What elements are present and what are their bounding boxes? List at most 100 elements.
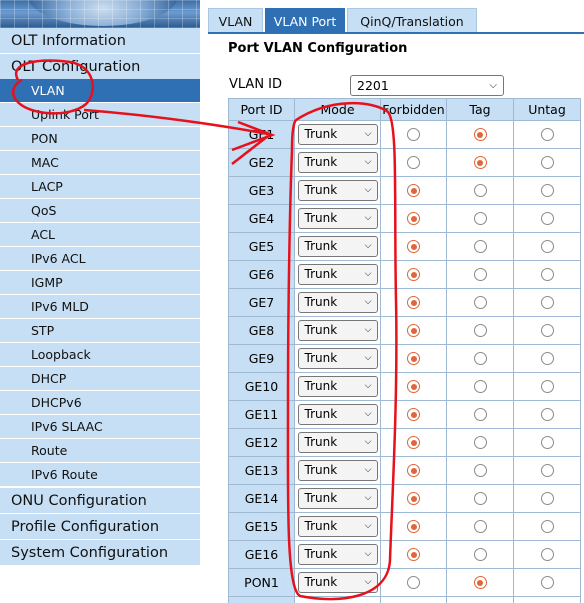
sidebar-item-pon[interactable]: PON bbox=[0, 127, 200, 151]
untag-radio[interactable] bbox=[540, 296, 554, 309]
sidebar-item-ipv6-mld[interactable]: IPv6 MLD bbox=[0, 295, 200, 319]
sidebar-item-igmp[interactable]: IGMP bbox=[0, 271, 200, 295]
tag-radio[interactable] bbox=[473, 352, 487, 365]
tag-cell bbox=[446, 148, 514, 177]
sidebar-item-profile-configuration[interactable]: Profile Configuration bbox=[0, 514, 200, 540]
mode-select[interactable]: Trunk ⌵ bbox=[297, 208, 378, 229]
tag-radio[interactable] bbox=[473, 240, 487, 253]
forbidden-radio[interactable] bbox=[407, 408, 420, 421]
untag-radio[interactable] bbox=[540, 268, 554, 281]
untag-radio[interactable] bbox=[540, 184, 554, 197]
sidebar-item-vlan[interactable]: VLAN bbox=[0, 79, 200, 103]
forbidden-radio[interactable] bbox=[407, 380, 420, 393]
sidebar-item-qos[interactable]: QoS bbox=[0, 199, 200, 223]
untag-radio[interactable] bbox=[540, 212, 554, 225]
untag-radio[interactable] bbox=[540, 492, 554, 505]
tag-radio[interactable] bbox=[473, 212, 487, 225]
sidebar-item-ipv6-slaac[interactable]: IPv6 SLAAC bbox=[0, 415, 200, 439]
untag-radio[interactable] bbox=[540, 324, 554, 337]
forbidden-radio[interactable] bbox=[407, 212, 420, 225]
untag-radio[interactable] bbox=[540, 436, 554, 449]
sidebar-item-mac[interactable]: MAC bbox=[0, 151, 200, 175]
mode-select[interactable]: Trunk ⌵ bbox=[297, 152, 378, 173]
tag-cell bbox=[446, 428, 514, 457]
forbidden-radio[interactable] bbox=[407, 240, 420, 253]
forbidden-radio[interactable] bbox=[407, 324, 420, 337]
untag-radio[interactable] bbox=[540, 128, 554, 141]
mode-select[interactable]: Trunk ⌵ bbox=[297, 488, 378, 509]
untag-radio[interactable] bbox=[540, 408, 554, 421]
sidebar-item-ipv6-acl[interactable]: IPv6 ACL bbox=[0, 247, 200, 271]
sidebar-item-stp[interactable]: STP bbox=[0, 319, 200, 343]
mode-select[interactable]: Trunk ⌵ bbox=[297, 544, 378, 565]
tab-qinq-translation[interactable]: QinQ/Translation bbox=[347, 8, 477, 33]
mode-select[interactable]: Trunk ⌵ bbox=[297, 376, 378, 397]
forbidden-radio[interactable] bbox=[407, 576, 420, 589]
untag-radio[interactable] bbox=[540, 464, 554, 477]
sidebar-item-acl[interactable]: ACL bbox=[0, 223, 200, 247]
tag-radio[interactable] bbox=[473, 548, 487, 561]
mode-select[interactable]: Trunk ⌵ bbox=[297, 292, 378, 313]
forbidden-radio[interactable] bbox=[407, 436, 420, 449]
tag-radio[interactable] bbox=[473, 492, 487, 505]
tag-radio[interactable] bbox=[473, 268, 487, 281]
sidebar-item-system-configuration[interactable]: System Configuration bbox=[0, 540, 200, 566]
untag-radio[interactable] bbox=[540, 240, 554, 253]
mode-select[interactable]: Trunk ⌵ bbox=[297, 404, 378, 425]
tab-vlan[interactable]: VLAN bbox=[208, 8, 263, 33]
tag-radio[interactable] bbox=[473, 520, 487, 533]
forbidden-radio[interactable] bbox=[407, 156, 420, 169]
sidebar-item-onu-configuration[interactable]: ONU Configuration bbox=[0, 488, 200, 514]
sidebar-item-ipv6-route[interactable]: IPv6 Route bbox=[0, 463, 200, 487]
sidebar-item-route[interactable]: Route bbox=[0, 439, 200, 463]
tab-vlan-port[interactable]: VLAN Port bbox=[265, 8, 345, 33]
mode-select[interactable]: Trunk ⌵ bbox=[297, 124, 378, 145]
sidebar-item-dhcp[interactable]: DHCP bbox=[0, 367, 200, 391]
untag-radio[interactable] bbox=[540, 380, 554, 393]
mode-select[interactable]: Trunk ⌵ bbox=[297, 236, 378, 257]
mode-select[interactable]: Trunk ⌵ bbox=[297, 516, 378, 537]
mode-select[interactable]: Trunk ⌵ bbox=[297, 460, 378, 481]
forbidden-radio[interactable] bbox=[407, 296, 420, 309]
tag-radio[interactable] bbox=[473, 464, 487, 477]
forbidden-radio[interactable] bbox=[407, 352, 420, 365]
untag-cell bbox=[513, 512, 581, 541]
sidebar-item-lacp[interactable]: LACP bbox=[0, 175, 200, 199]
sidebar-item-olt-information[interactable]: OLT Information bbox=[0, 28, 200, 54]
sidebar-item-olt-configuration[interactable]: OLT Configuration bbox=[0, 54, 200, 80]
forbidden-radio[interactable] bbox=[407, 128, 420, 141]
mode-select[interactable]: Trunk ⌵ bbox=[297, 264, 378, 285]
untag-radio[interactable] bbox=[540, 576, 554, 589]
chevron-down-icon: ⌵ bbox=[364, 381, 372, 391]
tag-radio[interactable] bbox=[473, 184, 487, 197]
sidebar-item-uplink-port[interactable]: Uplink Port bbox=[0, 103, 200, 127]
mode-select[interactable]: Trunk ⌵ bbox=[297, 572, 378, 593]
tag-radio[interactable] bbox=[473, 436, 487, 449]
forbidden-radio[interactable] bbox=[407, 464, 420, 477]
mode-select[interactable]: Trunk ⌵ bbox=[297, 180, 378, 201]
untag-radio[interactable] bbox=[540, 548, 554, 561]
mode-select[interactable]: Trunk ⌵ bbox=[297, 348, 378, 369]
sidebar-item-loopback[interactable]: Loopback bbox=[0, 343, 200, 367]
tag-radio[interactable] bbox=[473, 380, 487, 393]
tag-radio[interactable] bbox=[473, 408, 487, 421]
tag-radio[interactable] bbox=[473, 576, 487, 589]
chevron-down-icon: ⌵ bbox=[364, 353, 372, 363]
forbidden-radio[interactable] bbox=[407, 520, 420, 533]
mode-select[interactable]: Trunk ⌵ bbox=[297, 320, 378, 341]
tag-radio[interactable] bbox=[473, 296, 487, 309]
forbidden-radio[interactable] bbox=[407, 184, 420, 197]
forbidden-radio[interactable] bbox=[407, 268, 420, 281]
forbidden-radio[interactable] bbox=[407, 548, 420, 561]
untag-radio[interactable] bbox=[540, 520, 554, 533]
untag-radio[interactable] bbox=[540, 156, 554, 169]
forbidden-radio[interactable] bbox=[407, 492, 420, 505]
mode-select[interactable]: Trunk ⌵ bbox=[297, 432, 378, 453]
tag-radio[interactable] bbox=[473, 324, 487, 337]
untag-radio[interactable] bbox=[540, 352, 554, 365]
tag-radio[interactable] bbox=[473, 128, 487, 141]
sidebar-item-dhcpv6[interactable]: DHCPv6 bbox=[0, 391, 200, 415]
chevron-down-icon: ⌵ bbox=[364, 465, 372, 475]
tag-radio[interactable] bbox=[473, 156, 487, 169]
vlan-id-select[interactable]: 2201 ⌵ bbox=[350, 75, 504, 96]
